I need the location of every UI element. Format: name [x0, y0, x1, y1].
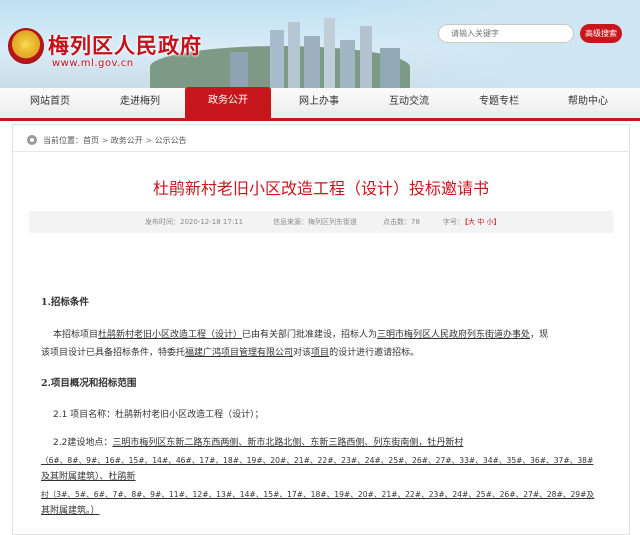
nav-item-about[interactable]: 走进梅列 — [98, 88, 182, 118]
banner-building — [380, 48, 400, 88]
nav-item-topics[interactable]: 专题专栏 — [457, 88, 541, 118]
publish-time: 发布时间：2020-12-18 17:11 — [145, 218, 244, 226]
header-banner: ★ 梅列区人民政府 www.ml.gov.cn 高级搜索 — [0, 0, 640, 88]
paragraph-line: （6#、8#、9#、16#、15#、14#、46#、17#、18#、19#、20… — [41, 456, 594, 465]
main-nav: 网站首页 走进梅列 政务公开 网上办事 互动交流 专题专栏 帮助中心 — [0, 87, 640, 121]
article-title: 杜鹃新村老旧小区改造工程（设计）投标邀请书 — [152, 179, 489, 198]
nav-item-help[interactable]: 帮助中心 — [546, 88, 630, 118]
project-name-text: 杜鹃新村老旧小区改造工程（设计） — [98, 330, 243, 340]
paragraph-line: 本招标项目杜鹃新村老旧小区改造工程（设计）已由有关部门批准建设，招标人为三明市梅… — [53, 327, 623, 343]
article-meta-bar: 发布时间：2020-12-18 17:11 信息来源：梅列区列东街道 点击数：7… — [29, 211, 613, 233]
banner-building — [340, 40, 355, 88]
text-span: 已由有关部门批准建设，招标人为 — [242, 330, 378, 340]
breadcrumb-separator: > — [145, 136, 153, 145]
breadcrumb-separator: > — [101, 136, 109, 145]
paragraph-line: 2.2建设地点：三明市梅列区东新二路东西两侧、新市北路北侧、东新三路西侧、列东街… — [53, 435, 623, 451]
section-heading: 1.招标条件 — [41, 297, 89, 308]
agency-name-text: 福建广鸿项目管理有限公司 — [185, 348, 294, 358]
text-span: ，现 — [530, 330, 549, 340]
text-span: 对该 — [293, 348, 312, 358]
text-span: 本招标项目 — [53, 330, 99, 340]
text-span: 该项目设计已具备招标条件，特委托 — [41, 348, 186, 358]
breadcrumb-prefix: 当前位置： — [43, 136, 83, 145]
breadcrumb-link-notices[interactable]: 公示公告 — [155, 136, 187, 145]
info-source: 信息来源：梅列区列东街道 — [273, 218, 357, 226]
paragraph-line: 其附属建筑。） — [41, 506, 100, 516]
paragraph-line: 村（3#、5#、6#、7#、8#、9#、11#、12#、13#、14#、15#、… — [41, 490, 595, 499]
nav-item-home[interactable]: 网站首页 — [10, 88, 90, 118]
paragraph-line: 2.1 项目名称：杜鹃新村老旧小区改造工程（设计）； — [53, 410, 264, 420]
breadcrumb: 当前位置：首页 > 政务公开 > 公示公告 — [27, 133, 613, 149]
search-input[interactable] — [438, 24, 574, 43]
banner-building — [360, 26, 372, 88]
advanced-search-button[interactable]: 高级搜索 — [580, 24, 622, 43]
tenderer-name-text: 三明市梅列区人民政府列东街道办事处 — [377, 330, 531, 340]
site-url: www.ml.gov.cn — [52, 58, 134, 69]
nav-item-interaction[interactable]: 互动交流 — [367, 88, 451, 118]
text-span: 的设计进行邀请招标。 — [329, 348, 420, 358]
nav-item-online-service[interactable]: 网上办事 — [277, 88, 361, 118]
nav-item-gov-affairs[interactable]: 政务公开 — [185, 87, 271, 118]
banner-building — [270, 30, 284, 88]
emblem-star-icon: ★ — [18, 37, 32, 53]
content-panel: 当前位置：首页 > 政务公开 > 公示公告 杜鹃新村老旧小区改造工程（设计）投标… — [12, 124, 630, 535]
view-count: 点击数：78 — [383, 218, 420, 226]
paragraph-line: 该项目设计已具备招标条件，特委托福建广鸿项目管理有限公司对该项目的设计进行邀请招… — [41, 345, 611, 361]
banner-building — [324, 18, 335, 88]
text-span: 2.2建设地点： — [53, 438, 113, 448]
divider — [13, 151, 629, 152]
project-text: 项目 — [311, 348, 330, 358]
banner-building — [230, 52, 248, 88]
banner-building — [304, 36, 320, 88]
font-size-toggle[interactable]: 【大 中 小】 — [461, 211, 500, 233]
location-text: 三明市梅列区东新二路东西两侧、新市北路北侧、东新三路西侧、列东街南侧，牡丹新村 — [112, 438, 464, 448]
paragraph-line: 及其附属建筑）、杜鹃新 — [41, 472, 136, 482]
breadcrumb-link-gov-affairs[interactable]: 政务公开 — [111, 136, 143, 145]
location-icon — [27, 135, 37, 145]
site-title[interactable]: 梅列区人民政府 — [48, 30, 202, 60]
section-heading: 2.项目概况和招标范围 — [41, 378, 137, 389]
breadcrumb-link-home[interactable]: 首页 — [83, 136, 99, 145]
banner-building — [288, 22, 300, 88]
